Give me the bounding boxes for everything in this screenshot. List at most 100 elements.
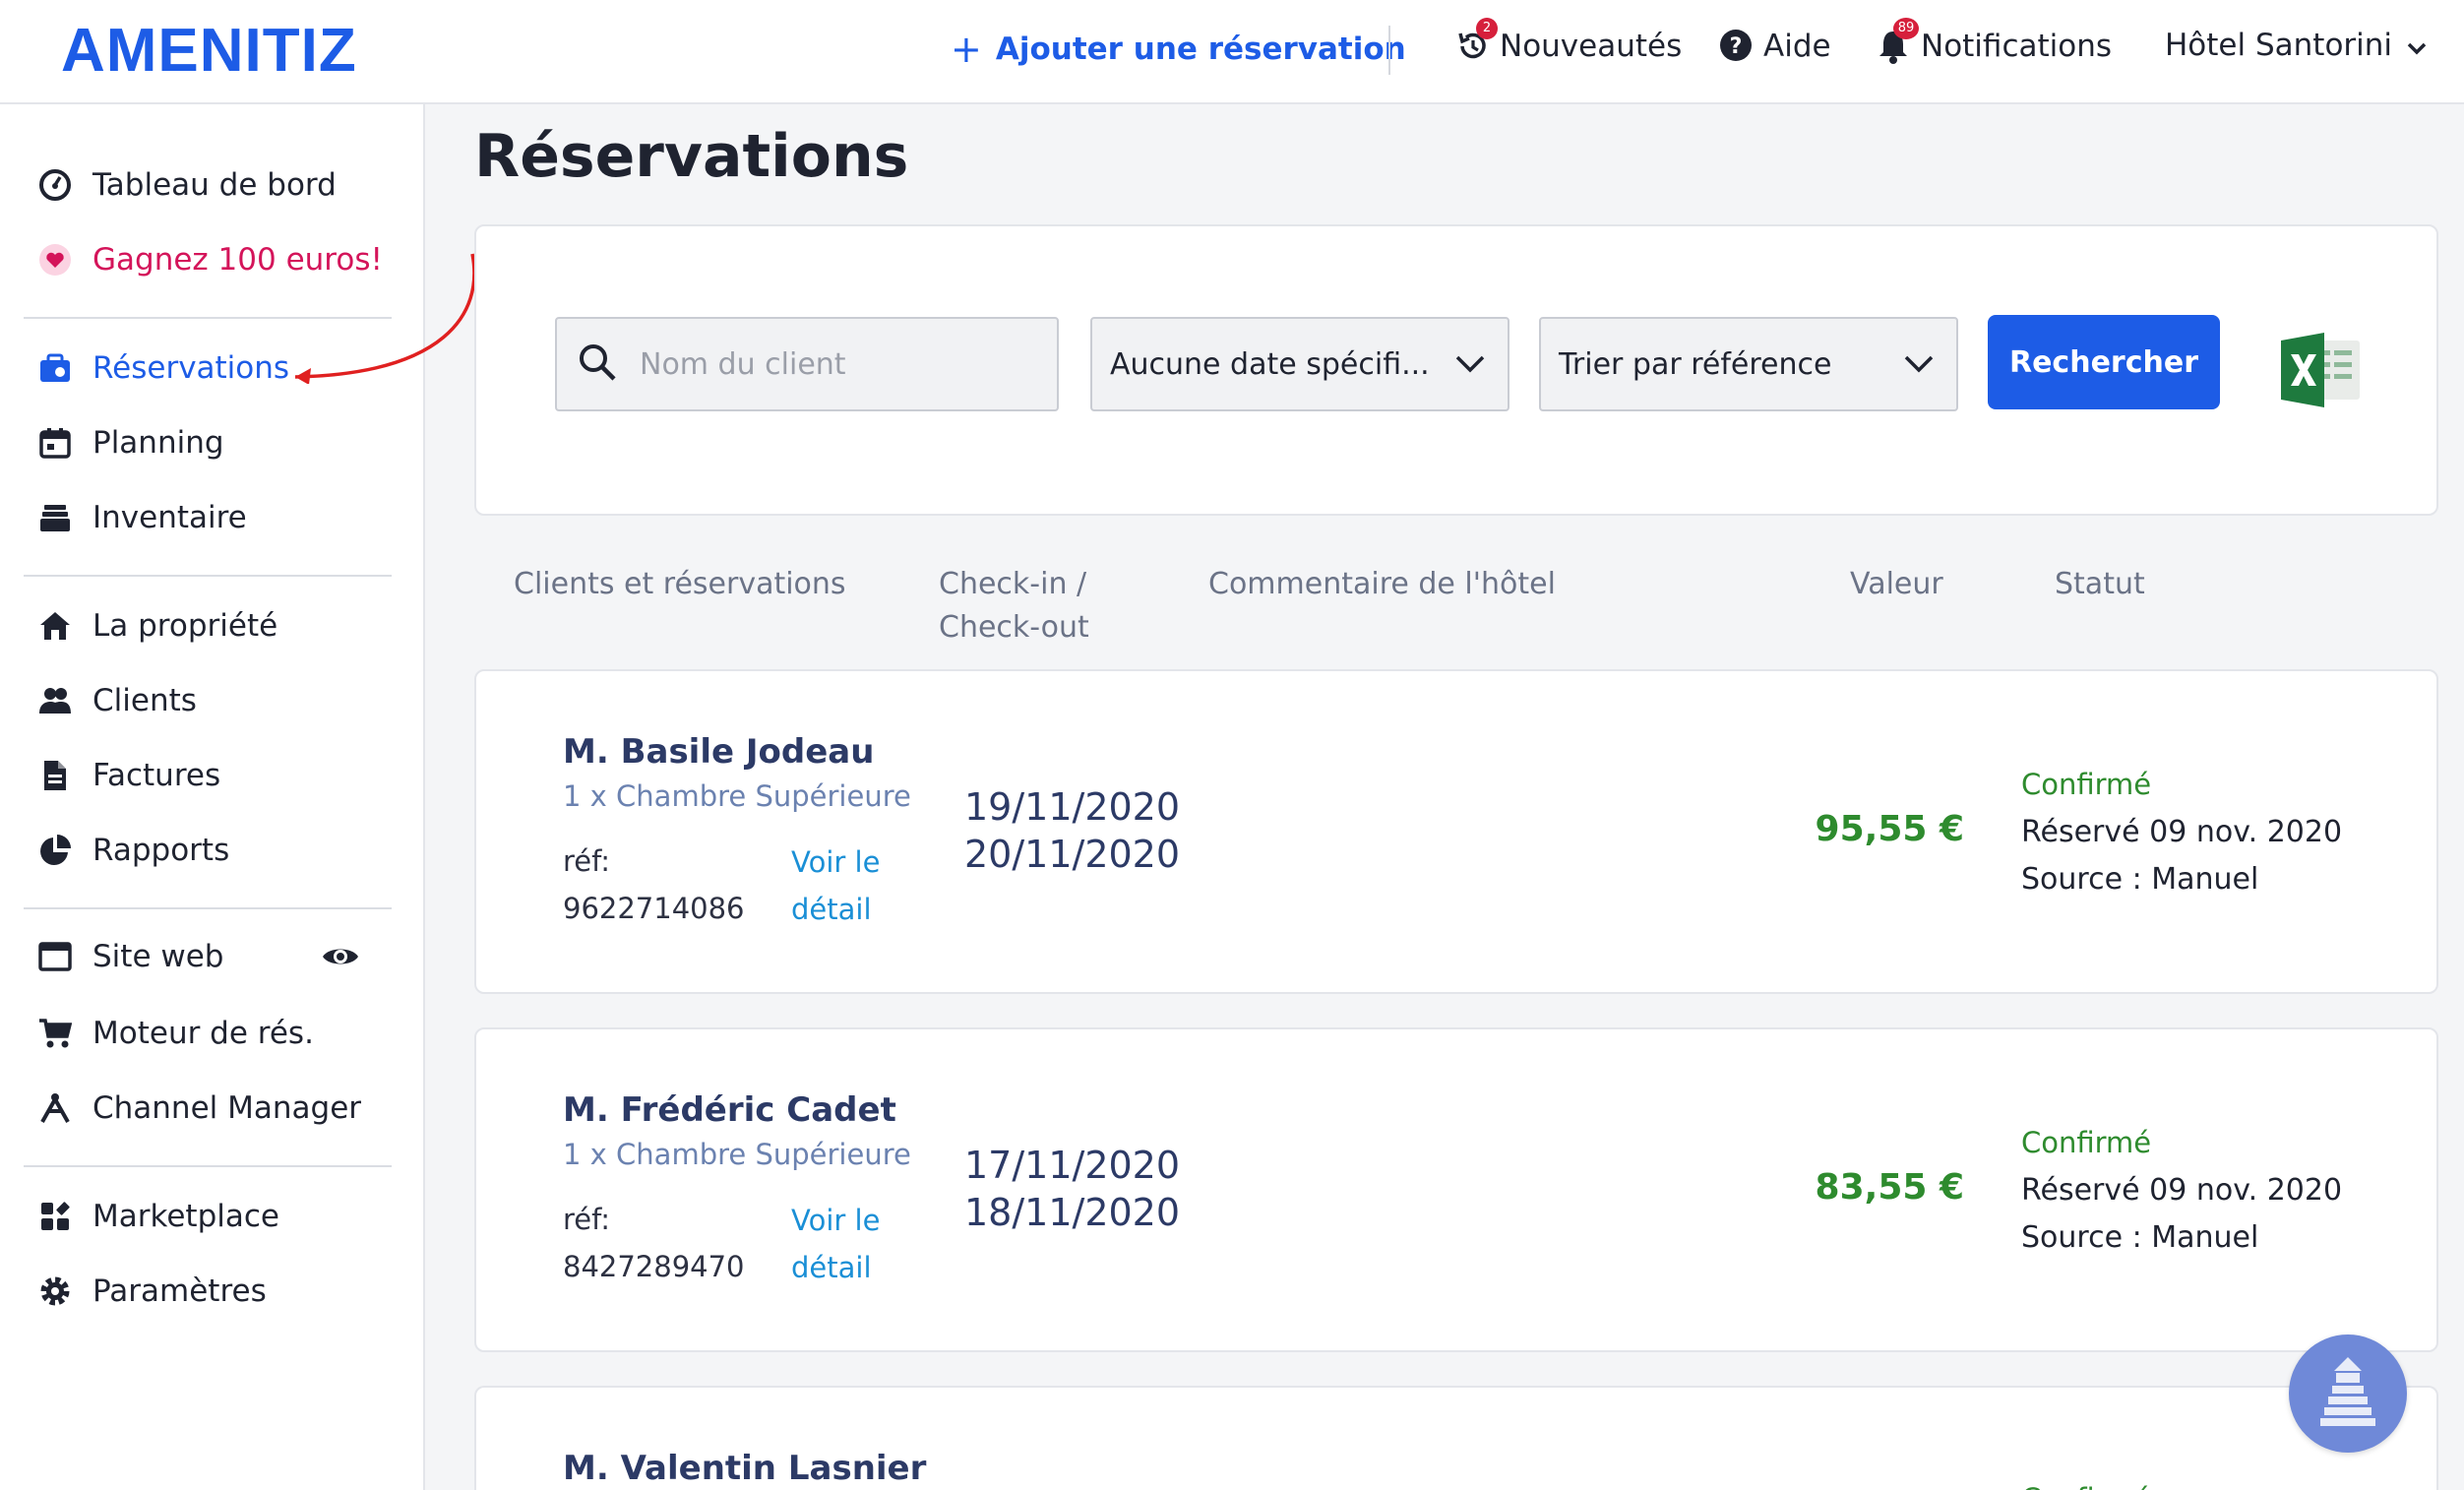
- view-detail-line1: Voir le: [791, 845, 881, 879]
- room-type: 1 x Chambre Supérieure: [563, 1138, 911, 1171]
- checkin-date: 17/11/2020: [964, 1144, 1181, 1187]
- room-type: 1 x Chambre Supérieure: [563, 779, 911, 813]
- ref-number: 9622714086: [563, 892, 745, 925]
- page-title: Réservations: [474, 122, 909, 191]
- history-icon: 2: [1454, 18, 1498, 65]
- view-detail-line2: détail: [791, 893, 872, 926]
- sidebar-item-label: Inventaire: [92, 500, 247, 535]
- col-header-checkin-line2: Check-out: [939, 610, 1089, 645]
- sidebar-item-booking-engine[interactable]: Moteur de rés.: [37, 1016, 314, 1051]
- news-link[interactable]: 2 Nouveautés: [1454, 18, 1683, 65]
- sidebar-item-label: Réservations: [92, 350, 290, 386]
- sidebar-item-reservations[interactable]: Réservations: [37, 350, 289, 386]
- help-icon: ?: [1718, 28, 1756, 65]
- reservations-icon: [37, 350, 73, 386]
- reservation-row[interactable]: M. Basile Jodeau 1 x Chambre Supérieure …: [474, 669, 2438, 994]
- reservation-value: 95,55 €: [1815, 809, 1964, 849]
- ref-label: réf:: [563, 844, 611, 878]
- search-button[interactable]: Rechercher: [1988, 315, 2220, 409]
- add-reservation-label: Ajouter une réservation: [995, 31, 1406, 67]
- notifications-label: Notifications: [1921, 29, 2113, 64]
- sidebar-item-dashboard[interactable]: Tableau de bord: [37, 167, 337, 203]
- date-filter-select[interactable]: Aucune date spécifi...: [1090, 317, 1509, 411]
- invoice-icon: [37, 758, 73, 793]
- sidebar-item-clients[interactable]: Clients: [37, 683, 197, 718]
- col-header-checkin: Check-in / Check-out: [939, 563, 1089, 650]
- status-badge: Confirmé: [2021, 1126, 2152, 1159]
- sidebar-item-settings[interactable]: Paramètres: [37, 1273, 267, 1309]
- client-name[interactable]: M. Valentin Lasnier: [563, 1449, 926, 1488]
- sidebar-item-inventory[interactable]: Inventaire: [37, 500, 247, 535]
- chevron-down-icon: [1454, 347, 1486, 382]
- sidebar-item-label: Site web: [92, 939, 224, 974]
- booked-date: Réservé 09 nov. 2020: [2021, 815, 2343, 849]
- add-reservation-link[interactable]: + Ajouter une réservation: [951, 28, 1406, 71]
- bell-icon: 89: [1876, 18, 1919, 65]
- col-header-checkin-line1: Check-in /: [939, 567, 1087, 601]
- col-header-value: Valeur: [1850, 567, 1943, 601]
- sidebar-item-planning[interactable]: Planning: [37, 425, 224, 461]
- annotation-arrow: [294, 253, 476, 384]
- amenitiz-logo[interactable]: AMENITIZ: [61, 16, 357, 86]
- plus-icon: +: [951, 28, 982, 71]
- browser-window-icon: [37, 939, 73, 974]
- sidebar-item-invoices[interactable]: Factures: [37, 758, 220, 793]
- gear-icon: [37, 1273, 73, 1309]
- sidebar-item-label: Clients: [92, 683, 197, 718]
- hotel-selector[interactable]: Hôtel Santorini: [2165, 28, 2428, 63]
- marketplace-icon: [37, 1199, 73, 1234]
- news-label: Nouveautés: [1500, 29, 1683, 64]
- booked-date: Réservé 09 nov. 2020: [2021, 1173, 2343, 1208]
- sidebar-item-label: La propriété: [92, 608, 278, 644]
- channel-icon: [37, 1090, 73, 1126]
- notifications-link[interactable]: 89 Notifications: [1876, 18, 2113, 65]
- pie-chart-icon: [37, 833, 73, 868]
- sidebar-item-label: Tableau de bord: [92, 167, 337, 203]
- filter-panel: Aucune date spécifi... Trier par référen…: [474, 224, 2438, 516]
- sidebar-item-label: Moteur de rés.: [92, 1016, 314, 1051]
- home-icon: [37, 608, 73, 644]
- help-widget-button[interactable]: [2289, 1335, 2407, 1453]
- sort-value: Trier par référence: [1559, 346, 1832, 382]
- client-name[interactable]: M. Basile Jodeau: [563, 732, 874, 772]
- sidebar-item-website[interactable]: Site web: [37, 939, 223, 974]
- view-detail-line1: Voir le: [791, 1204, 881, 1237]
- search-icon: [577, 341, 618, 387]
- date-filter-value: Aucune date spécifi...: [1110, 346, 1430, 382]
- view-detail-link[interactable]: Voir le détail: [791, 1197, 899, 1291]
- col-header-clients: Clients et réservations: [514, 567, 846, 601]
- reservation-row[interactable]: M. Valentin Lasnier Confirmé: [474, 1386, 2438, 1490]
- sidebar-item-label: Factures: [92, 758, 221, 793]
- sidebar-item-marketplace[interactable]: Marketplace: [37, 1199, 279, 1234]
- help-link[interactable]: ? Aide: [1718, 28, 1831, 65]
- booking-source: Source : Manuel: [2021, 862, 2259, 897]
- sidebar-item-label: Rapports: [92, 833, 230, 868]
- client-name[interactable]: M. Frédéric Cadet: [563, 1090, 896, 1130]
- ref-label: réf:: [563, 1203, 611, 1236]
- sidebar-item-property[interactable]: La propriété: [37, 608, 277, 644]
- clients-icon: [37, 683, 73, 718]
- col-header-comment: Commentaire de l'hôtel: [1208, 567, 1556, 601]
- dashboard-icon: [37, 167, 73, 203]
- checkin-date: 19/11/2020: [964, 785, 1181, 829]
- excel-export-icon[interactable]: [2281, 333, 2362, 411]
- sidebar-item-label: Planning: [92, 425, 224, 461]
- view-detail-line2: détail: [791, 1251, 872, 1284]
- hotel-name: Hôtel Santorini: [2165, 28, 2393, 63]
- sidebar-divider: [24, 907, 392, 909]
- heart-icon: [37, 242, 73, 278]
- reservation-row[interactable]: M. Frédéric Cadet 1 x Chambre Supérieure…: [474, 1027, 2438, 1352]
- eye-icon[interactable]: [321, 943, 360, 974]
- client-search-input[interactable]: [640, 346, 1053, 382]
- checkout-date: 18/11/2020: [964, 1191, 1181, 1234]
- sidebar-item-label: Channel Manager: [92, 1090, 362, 1126]
- view-detail-link[interactable]: Voir le détail: [791, 838, 899, 933]
- help-label: Aide: [1763, 29, 1831, 64]
- sort-select[interactable]: Trier par référence: [1539, 317, 1958, 411]
- news-badge: 2: [1476, 18, 1498, 39]
- notifications-badge: 89: [1893, 18, 1919, 39]
- client-search-field[interactable]: [555, 317, 1059, 411]
- sidebar-item-reports[interactable]: Rapports: [37, 833, 229, 868]
- ref-number: 8427289470: [563, 1250, 745, 1283]
- sidebar-item-channel-manager[interactable]: Channel Manager: [37, 1090, 361, 1126]
